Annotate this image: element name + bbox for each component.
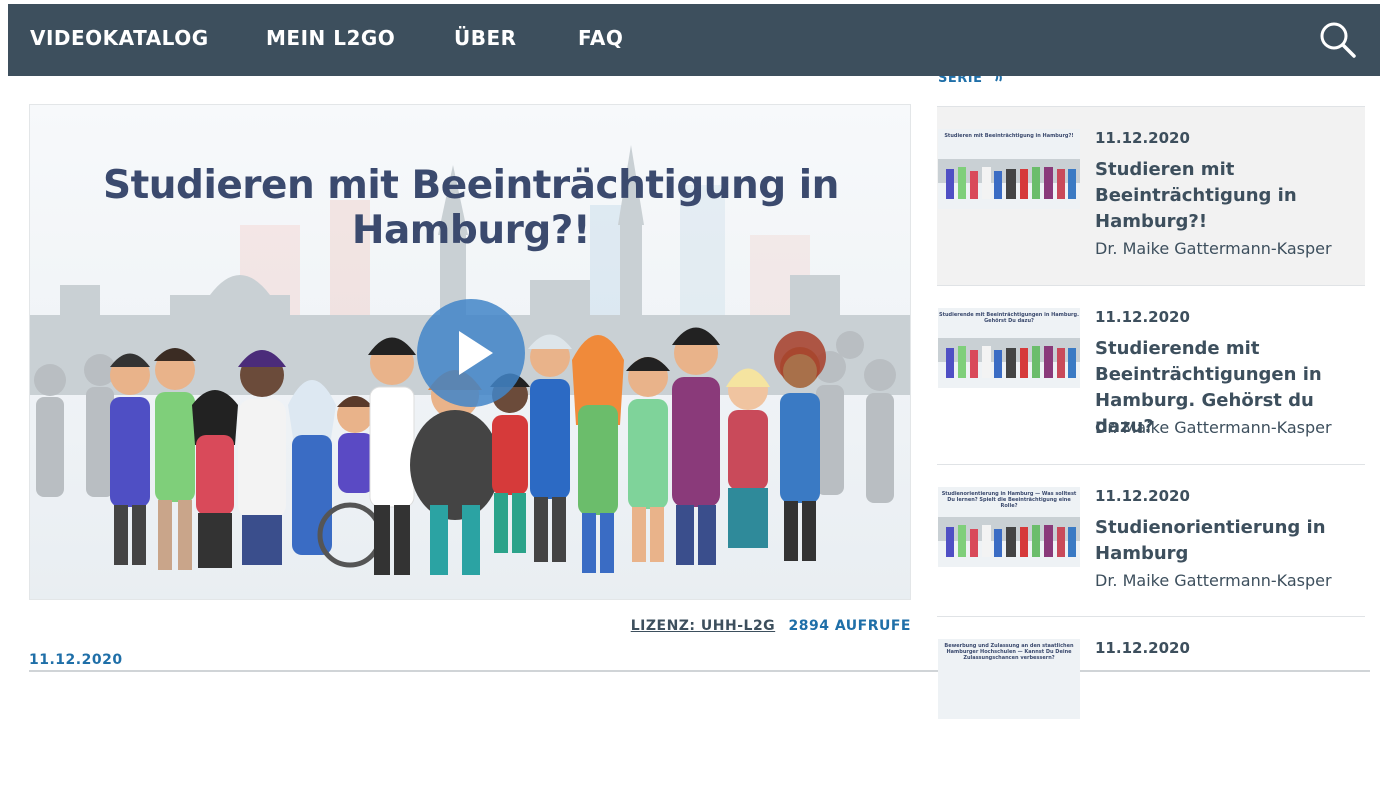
item-author: Dr. Maike Gattermann-Kasper: [1095, 239, 1332, 258]
play-icon: [459, 331, 493, 375]
nav-ueber[interactable]: ÜBER: [454, 26, 517, 50]
item-date: 11.12.2020: [1095, 129, 1190, 147]
item-date: 11.12.2020: [1095, 308, 1190, 326]
video-thumbnail[interactable]: Studieren mit Beeinträchtigung in Hambur…: [938, 129, 1080, 209]
thumbnail-image: [938, 159, 1080, 199]
series-item[interactable]: Studierende mit Beeinträchtigungen in Ha…: [937, 285, 1365, 464]
nav-faq[interactable]: FAQ: [578, 26, 623, 50]
thumbnail-caption: Studieren mit Beeinträchtigung in Hambur…: [944, 133, 1074, 139]
video-date: 11.12.2020: [29, 652, 123, 668]
item-title[interactable]: Studieren mit Beeinträchtigung in Hambur…: [1095, 157, 1345, 235]
top-navbar: VIDEOKATALOG MEIN L2GO ÜBER FAQ: [8, 4, 1380, 76]
series-item[interactable]: Studieren mit Beeinträchtigung in Hambur…: [937, 106, 1365, 285]
series-item[interactable]: Bewerbung und Zulassung an den staatlich…: [937, 616, 1365, 795]
item-title[interactable]: Studienorientierung in Hamburg: [1095, 515, 1345, 567]
video-title-overlay: Studieren mit Beeinträchtigung in Hambur…: [103, 163, 839, 253]
video-thumbnail[interactable]: Studienorientierung in Hamburg — Was sol…: [938, 487, 1080, 567]
series-list: Studieren mit Beeinträchtigung in Hambur…: [937, 106, 1365, 795]
item-date: 11.12.2020: [1095, 639, 1190, 657]
video-meta: LIZENZ: UHH-L2G 2894 AUFRUFE: [631, 618, 911, 634]
license-link[interactable]: LIZENZ: UHH-L2G: [631, 618, 775, 634]
search-icon[interactable]: [1318, 20, 1358, 60]
nav-videokatalog[interactable]: VIDEOKATALOG: [30, 26, 209, 50]
series-item[interactable]: Studienorientierung in Hamburg — Was sol…: [937, 464, 1365, 616]
video-thumbnail[interactable]: Studierende mit Beeinträchtigungen in Ha…: [938, 308, 1080, 388]
play-button[interactable]: [417, 299, 525, 407]
thumbnail-caption: Studienorientierung in Hamburg — Was sol…: [941, 491, 1077, 509]
nav-mein-l2go[interactable]: MEIN L2GO: [266, 26, 395, 50]
item-date: 11.12.2020: [1095, 487, 1190, 505]
thumbnail-caption: Studierende mit Beeinträchtigungen in Ha…: [939, 312, 1079, 324]
item-author: Dr. Maike Gattermann-Kasper: [1095, 571, 1332, 590]
thumbnail-caption: Bewerbung und Zulassung an den staatlich…: [944, 643, 1074, 661]
item-author: Dr. Maike Gattermann-Kasper: [1095, 418, 1332, 437]
video-player[interactable]: Studieren mit Beeinträchtigung in Hambur…: [29, 104, 911, 600]
video-thumbnail[interactable]: Bewerbung und Zulassung an den staatlich…: [938, 639, 1080, 719]
view-count: 2894 AUFRUFE: [788, 618, 911, 634]
